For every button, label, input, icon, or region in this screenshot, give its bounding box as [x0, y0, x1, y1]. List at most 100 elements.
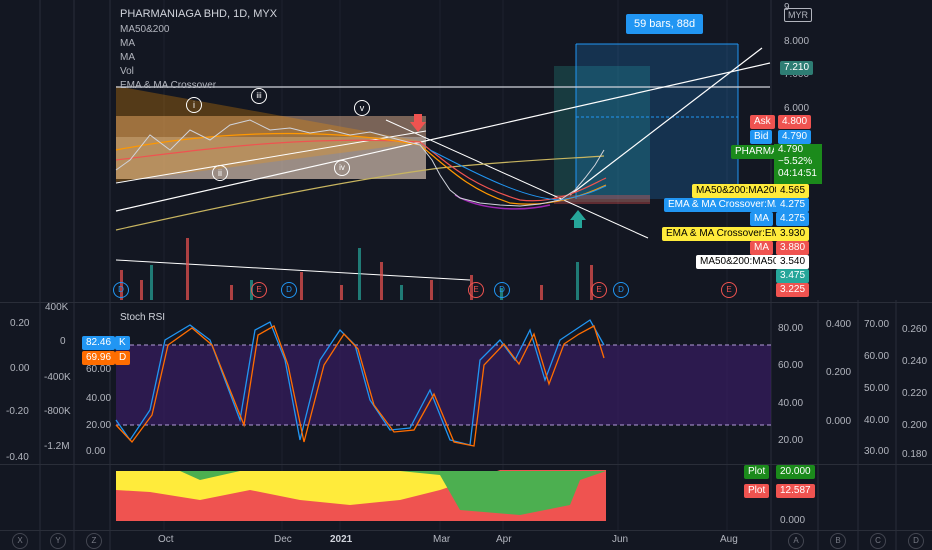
chart-title[interactable]: PHARMANIAGA BHD, 1D, MYX: [120, 8, 277, 20]
axis-d-tick: 0.180: [902, 449, 928, 460]
time-axis-separator: [0, 530, 932, 531]
indicator-ma50-200[interactable]: MA50&200: [120, 24, 169, 36]
stoch-k-label: K: [115, 336, 130, 350]
axis-c-tick: 30.00: [864, 446, 890, 457]
ask-label: Ask: [750, 115, 775, 129]
time-tick: Aug: [720, 534, 738, 545]
plot2-value: 12.587: [776, 484, 815, 498]
ema-ma-crossover-ma-value: 4.275: [776, 198, 810, 212]
osc-axis-tick: -0.20: [6, 406, 29, 417]
vol-axis-tick: 400K: [45, 302, 69, 313]
axis-b-tick: 0.200: [826, 367, 852, 378]
osc-axis-tick: -0.40: [6, 452, 29, 463]
dividend-event[interactable]: D: [281, 282, 297, 298]
vol-green-value: 3.475: [776, 269, 810, 283]
time-tick: Oct: [158, 534, 174, 545]
earnings-event[interactable]: E: [591, 282, 607, 298]
axis-c-tick: 60.00: [864, 351, 890, 362]
ema-ma-crossover-ema-label: EMA & MA Crossover:EMA: [662, 227, 791, 241]
axis-b-button[interactable]: B: [830, 533, 846, 549]
axis-b-tick: 0.400: [826, 319, 852, 330]
plot2-label: Plot: [744, 484, 770, 498]
time-tick: Mar: [433, 534, 451, 545]
ma-red-label: MA: [750, 241, 773, 255]
ma200-value: 4.565: [776, 184, 810, 198]
axis-c-button[interactable]: C: [870, 533, 886, 549]
earnings-event[interactable]: E: [468, 282, 484, 298]
stoch-d-label: D: [115, 351, 131, 365]
indicator-ma-2[interactable]: MA: [120, 52, 135, 64]
wave-label-iii[interactable]: iii: [251, 88, 267, 104]
bid-label: Bid: [750, 130, 773, 144]
axis-d-button[interactable]: D: [908, 533, 924, 549]
ma50-value: 3.540: [776, 255, 810, 269]
axis-z-button[interactable]: Z: [86, 533, 102, 549]
wave-label-i[interactable]: i: [186, 97, 202, 113]
last-price-box: 4.790 −5.52% 04:14:51: [774, 144, 822, 184]
price-change: −5.52%: [778, 156, 813, 167]
time-tick: Jun: [612, 534, 629, 545]
plot-zero-tick: 0.000: [780, 515, 806, 526]
dividend-event[interactable]: D: [613, 282, 629, 298]
axis-d-tick: 0.220: [902, 388, 928, 399]
wave-label-v[interactable]: v: [354, 100, 370, 116]
ema-ma-crossover-ma-label: EMA & MA Crossover:MA: [664, 198, 786, 212]
wave-label-ii[interactable]: ii: [212, 165, 228, 181]
earnings-event[interactable]: E: [721, 282, 737, 298]
indicator-ema-ma-crossover[interactable]: EMA & MA Crossover: [120, 80, 216, 92]
time-tick-year: 2021: [330, 534, 353, 545]
stoch-right-tick: 60.00: [778, 360, 804, 371]
bid-value: 4.790: [778, 130, 812, 144]
ma-label: MA: [750, 212, 773, 226]
ma200-label: MA50&200:MA200: [692, 184, 784, 198]
axis-c-tick: 40.00: [864, 415, 890, 426]
plot1-label: Plot: [744, 465, 770, 479]
earnings-event[interactable]: E: [251, 282, 267, 298]
vol-axis-tick: -400K: [44, 372, 71, 383]
ema-ma-crossover-ema-value: 3.930: [776, 227, 810, 241]
vol-axis-tick: 0: [60, 336, 66, 347]
axis-a-button[interactable]: A: [788, 533, 804, 549]
price-tick: 9: [784, 2, 790, 13]
price-tick: 6.000: [784, 103, 810, 114]
pane-separator[interactable]: [0, 302, 932, 303]
stoch-tick: 20.00: [86, 420, 112, 431]
price-tick: 8.000: [784, 36, 810, 47]
stoch-d-value: 69.96: [82, 351, 116, 365]
osc-axis-tick: 0.00: [10, 363, 30, 374]
stoch-tick: 0.00: [86, 446, 106, 457]
ma-value: 4.275: [776, 212, 810, 226]
ma-red-value: 3.880: [776, 241, 810, 255]
dividend-event[interactable]: D: [113, 282, 129, 298]
dividend-event[interactable]: D: [494, 282, 510, 298]
vol-axis-tick: -1.2M: [44, 441, 70, 452]
wave-label-iv[interactable]: iv: [334, 160, 350, 176]
osc-axis-tick: 0.20: [10, 318, 30, 329]
stoch-tick: 60.00: [86, 364, 112, 375]
axis-c-tick: 50.00: [864, 383, 890, 394]
bar-timer: 04:14:51: [778, 168, 817, 179]
axis-x-button[interactable]: X: [12, 533, 28, 549]
plot1-value: 20.000: [776, 465, 815, 479]
axis-y-button[interactable]: Y: [50, 533, 66, 549]
indicator-vol[interactable]: Vol: [120, 66, 134, 78]
time-tick: Apr: [496, 534, 512, 545]
stoch-k-value: 82.46: [82, 336, 116, 350]
axis-c-tick: 70.00: [864, 319, 890, 330]
stoch-rsi-title[interactable]: Stoch RSI: [120, 312, 165, 323]
stoch-right-tick: 20.00: [778, 435, 804, 446]
ask-value: 4.800: [778, 115, 812, 129]
axis-d-tick: 0.240: [902, 356, 928, 367]
stoch-tick: 40.00: [86, 393, 112, 404]
vol-red-value: 3.225: [776, 283, 810, 297]
time-tick: Dec: [274, 534, 292, 545]
price-label-7210: 7.210: [780, 61, 814, 75]
stoch-right-tick: 40.00: [778, 398, 804, 409]
stoch-right-tick: 80.00: [778, 323, 804, 334]
axis-d-tick: 0.200: [902, 420, 928, 431]
axis-b-tick: 0.000: [826, 416, 852, 427]
axis-d-tick: 0.260: [902, 324, 928, 335]
indicator-ma-1[interactable]: MA: [120, 38, 135, 50]
ma50-label: MA50&200:MA50: [696, 255, 783, 269]
range-tooltip: 59 bars, 88d: [626, 14, 704, 34]
